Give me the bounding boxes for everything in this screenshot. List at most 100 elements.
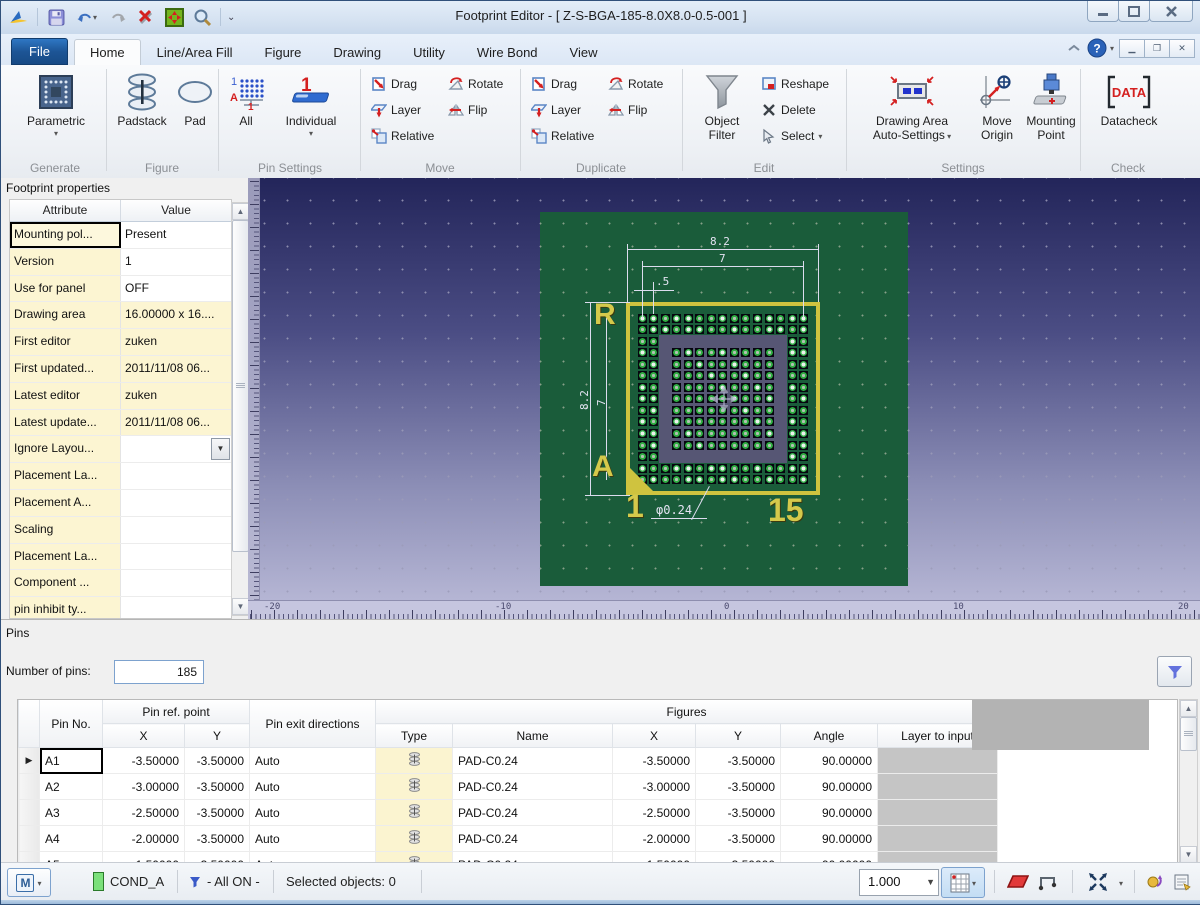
properties-sheet-icon[interactable]: [1171, 872, 1193, 892]
property-value[interactable]: [121, 570, 231, 596]
name-header[interactable]: Name: [453, 724, 613, 748]
grid-toggle-button[interactable]: ▾: [941, 867, 985, 898]
property-attribute[interactable]: Ignore Layou...: [10, 436, 121, 462]
reshape-button[interactable]: Reshape: [759, 73, 831, 94]
ref-x-cell[interactable]: -2.00000: [103, 826, 185, 852]
grid-dropdown[interactable]: ▾: [972, 880, 976, 888]
move-mode-icon[interactable]: [1087, 872, 1109, 892]
ref-x-cell[interactable]: -2.50000: [103, 800, 185, 826]
pins-individual-dropdown[interactable]: ▾: [309, 130, 313, 138]
property-attribute[interactable]: First updated...: [10, 356, 121, 382]
figure-name-cell[interactable]: PAD-C0.24: [453, 774, 613, 800]
property-attribute[interactable]: pin inhibit ty...: [10, 597, 121, 619]
tab-home[interactable]: Home: [74, 39, 141, 65]
parametric-dropdown[interactable]: ▾: [54, 130, 58, 138]
tab-utility[interactable]: Utility: [397, 39, 461, 65]
property-value[interactable]: OFF: [121, 276, 231, 302]
drawing-area-dropdown[interactable]: ▾: [945, 132, 951, 141]
property-attribute[interactable]: Placement La...: [10, 544, 121, 570]
angle-header[interactable]: Angle: [781, 724, 878, 748]
property-attribute[interactable]: Drawing area: [10, 302, 121, 328]
figure-type-cell[interactable]: [376, 826, 453, 852]
dup-layer-button[interactable]: Layer: [529, 99, 596, 120]
ref-y-cell[interactable]: -3.50000: [185, 774, 250, 800]
property-row[interactable]: Version1: [10, 249, 231, 276]
property-value[interactable]: [121, 490, 231, 516]
tab-view[interactable]: View: [554, 39, 614, 65]
move-drag-button[interactable]: Drag: [369, 73, 436, 94]
select-button[interactable]: Select▾: [759, 125, 831, 146]
tab-line-area-fill[interactable]: Line/Area Fill: [141, 39, 249, 65]
grid-pitch-combo[interactable]: 1.000 ▼: [859, 869, 939, 896]
pin-exit-directions-header[interactable]: Pin exit directions: [250, 700, 376, 748]
attribute-column-header[interactable]: Attribute: [10, 200, 121, 221]
figure-angle-cell[interactable]: 90.00000: [781, 774, 878, 800]
tab-wire-bond[interactable]: Wire Bond: [461, 39, 554, 65]
scroll-down-icon[interactable]: ▼: [232, 598, 249, 615]
ref-x-header[interactable]: X: [103, 724, 185, 748]
move-flip-button[interactable]: Flip: [446, 99, 505, 120]
padstack-button[interactable]: Padstack: [111, 69, 173, 128]
pin-no-cell[interactable]: A3: [40, 800, 103, 826]
pin-exit-cell[interactable]: Auto: [250, 826, 376, 852]
layer-to-input-cell[interactable]: [878, 774, 998, 800]
datacheck-button[interactable]: DATA Datacheck: [1089, 69, 1169, 128]
property-row[interactable]: Use for panelOFF: [10, 276, 231, 303]
dup-relative-button[interactable]: Relative: [529, 125, 596, 146]
property-value[interactable]: 16.00000 x 16....: [121, 302, 231, 328]
move-layer-button[interactable]: Layer: [369, 99, 436, 120]
mdi-close-button[interactable]: ✕: [1169, 39, 1195, 58]
pin-no-cell[interactable]: A1: [40, 748, 103, 774]
help-dropdown[interactable]: ▾: [1110, 45, 1114, 53]
condition-indicator[interactable]: COND_A: [93, 863, 164, 900]
tab-file[interactable]: File: [11, 38, 68, 65]
property-attribute[interactable]: Component ...: [10, 570, 121, 596]
figure-type-cell[interactable]: [376, 774, 453, 800]
property-value[interactable]: [121, 517, 231, 543]
layer-to-input-cell[interactable]: [878, 826, 998, 852]
scroll-down-icon[interactable]: ▼: [1180, 846, 1197, 863]
auto-save-icon[interactable]: [1143, 872, 1165, 892]
layer-to-input-cell[interactable]: [878, 800, 998, 826]
design-canvas[interactable]: 8.2 7 .5 8.2 7 φ0.24 R A 1 15 -20-100102…: [248, 178, 1200, 619]
property-value[interactable]: [121, 463, 231, 489]
object-filter-button[interactable]: ObjectFilter: [691, 69, 753, 142]
pin-exit-cell[interactable]: Auto: [250, 774, 376, 800]
property-row[interactable]: Placement La...: [10, 463, 231, 490]
property-value[interactable]: 2011/11/08 06...: [121, 356, 231, 382]
pin-row[interactable]: A3-2.50000-3.50000AutoPAD-C0.24-2.50000-…: [19, 800, 998, 826]
property-value[interactable]: zuken: [121, 329, 231, 355]
figures-header[interactable]: Figures: [376, 700, 998, 724]
figure-x-cell[interactable]: -3.00000: [613, 774, 696, 800]
property-row[interactable]: First updated...2011/11/08 06...: [10, 356, 231, 383]
ref-x-cell[interactable]: -3.50000: [103, 748, 185, 774]
route-display-icon[interactable]: [1037, 872, 1059, 892]
pin-row[interactable]: A4-2.00000-3.50000AutoPAD-C0.24-2.00000-…: [19, 826, 998, 852]
figure-y-cell[interactable]: -3.50000: [696, 774, 781, 800]
pin-exit-cell[interactable]: Auto: [250, 800, 376, 826]
number-of-pins-field[interactable]: 185: [114, 660, 204, 684]
pin-no-cell[interactable]: A4: [40, 826, 103, 852]
pins-scrollbar[interactable]: ▲ ▼: [1179, 699, 1198, 864]
figure-y-cell[interactable]: -3.50000: [696, 748, 781, 774]
row-selector[interactable]: ▶: [19, 748, 40, 774]
property-attribute[interactable]: Version: [10, 249, 121, 275]
property-row[interactable]: Scaling: [10, 517, 231, 544]
property-value[interactable]: 1: [121, 249, 231, 275]
layer-to-input-cell[interactable]: [878, 748, 998, 774]
property-row[interactable]: Ignore Layou...▼: [10, 436, 231, 463]
pin-no-cell[interactable]: A2: [40, 774, 103, 800]
scroll-up-icon[interactable]: ▲: [232, 203, 249, 220]
mode-dropdown[interactable]: ▾: [37, 880, 41, 888]
scrollbar-thumb[interactable]: [232, 220, 249, 552]
mdi-minimize-button[interactable]: ▁: [1119, 39, 1145, 58]
row-selector[interactable]: [19, 826, 40, 852]
drawing-area-auto-settings-button[interactable]: Drawing AreaAuto-Settings ▾: [853, 69, 971, 142]
move-relative-button[interactable]: Relative: [369, 125, 436, 146]
figure-angle-cell[interactable]: 90.00000: [781, 826, 878, 852]
property-row[interactable]: Mounting pol...Present: [10, 222, 231, 249]
ref-y-cell[interactable]: -3.50000: [185, 800, 250, 826]
collapse-ribbon-icon[interactable]: [1067, 43, 1081, 53]
property-value[interactable]: [121, 544, 231, 570]
property-attribute[interactable]: First editor: [10, 329, 121, 355]
